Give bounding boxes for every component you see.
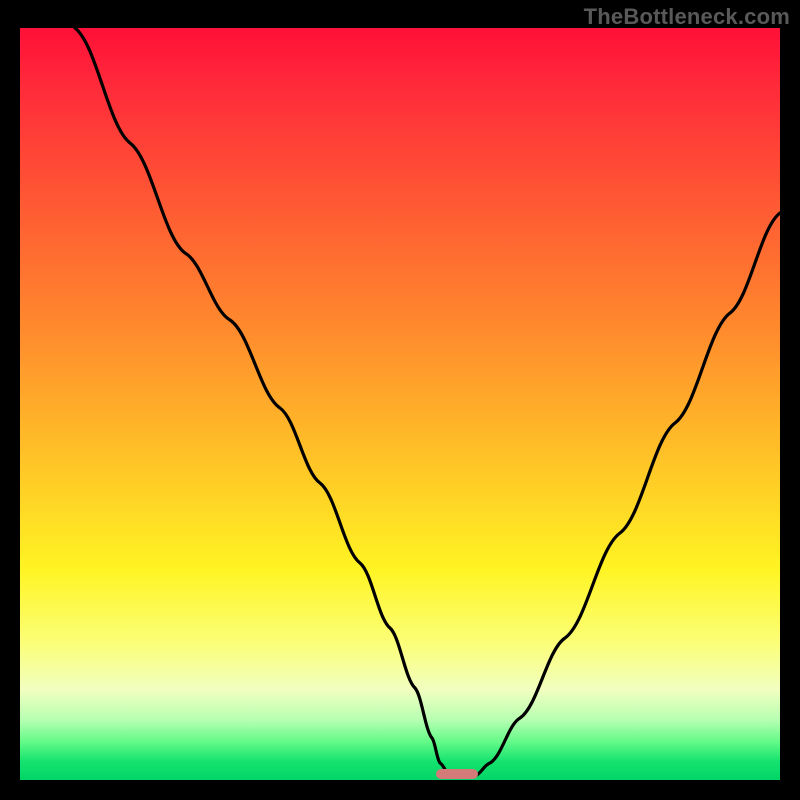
chart-stage: TheBottleneck.com <box>0 0 800 800</box>
trough-marker <box>436 769 478 779</box>
curve-path <box>75 28 780 776</box>
bottleneck-curve <box>20 28 780 780</box>
watermark-label: TheBottleneck.com <box>584 4 790 30</box>
plot-area <box>20 28 780 780</box>
